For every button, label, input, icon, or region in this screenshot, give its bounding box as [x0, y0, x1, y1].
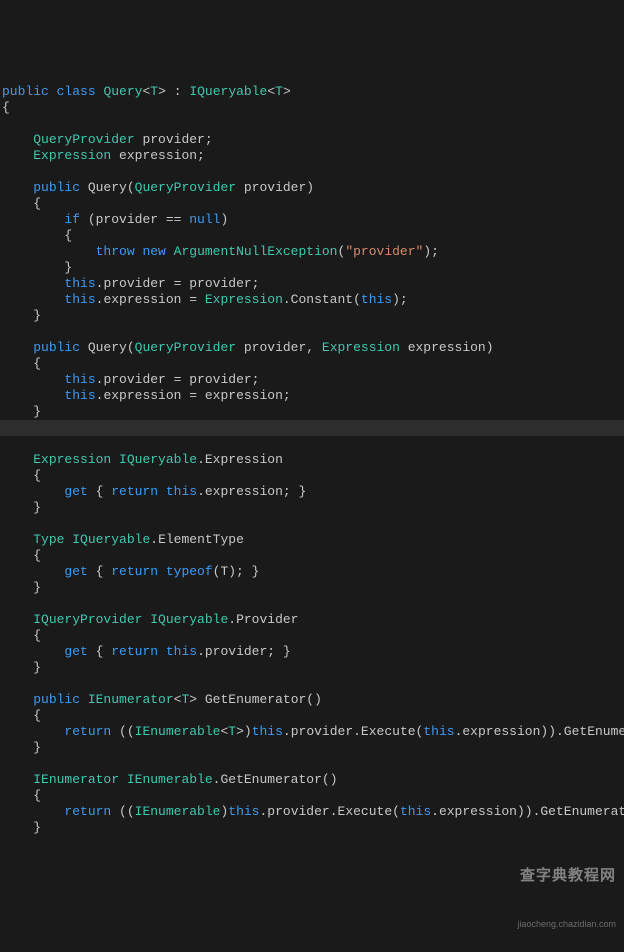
line: IQueryProvider IQueryable.Provider	[2, 612, 298, 627]
line: this.provider = provider;	[2, 372, 259, 387]
watermark-title: 查字典教程网	[517, 868, 616, 884]
line: get { return this.provider; }	[2, 644, 291, 659]
line: {	[2, 196, 41, 211]
line: return ((IEnumerable)this.provider.Execu…	[2, 804, 624, 819]
line: public class Query<T> : IQueryable<T>	[2, 84, 291, 99]
line: {	[2, 548, 41, 563]
line: public Query(QueryProvider provider, Exp…	[2, 340, 494, 355]
line: throw new ArgumentNullException("provide…	[2, 244, 439, 259]
line: IEnumerator IEnumerable.GetEnumerator()	[2, 772, 338, 787]
line: }	[2, 500, 41, 515]
line: }	[2, 820, 41, 835]
line: {	[2, 100, 10, 115]
divider-line	[0, 420, 624, 436]
line: }	[2, 260, 72, 275]
line: QueryProvider provider;	[2, 132, 213, 147]
watermark: 查字典教程网 jiaocheng.chazidian.com	[517, 836, 616, 948]
line: Type IQueryable.ElementType	[2, 532, 244, 547]
line: this.provider = provider;	[2, 276, 259, 291]
line: }	[2, 308, 41, 323]
line: this.expression = expression;	[2, 388, 291, 403]
line: get { return this.expression; }	[2, 484, 306, 499]
line: {	[2, 708, 41, 723]
line: }	[2, 660, 41, 675]
line: {	[2, 788, 41, 803]
line: {	[2, 628, 41, 643]
watermark-url: jiaocheng.chazidian.com	[517, 916, 616, 932]
line: Expression expression;	[2, 148, 205, 163]
line: }	[2, 404, 41, 419]
line: }	[2, 580, 41, 595]
line: return ((IEnumerable<T>)this.provider.Ex…	[2, 724, 624, 739]
code-block: public class Query<T> : IQueryable<T> { …	[2, 68, 622, 836]
line: public IEnumerator<T> GetEnumerator()	[2, 692, 322, 707]
line: if (provider == null)	[2, 212, 228, 227]
line: Expression IQueryable.Expression	[2, 452, 283, 467]
line: {	[2, 228, 72, 243]
line: get { return typeof(T); }	[2, 564, 259, 579]
line: public Query(QueryProvider provider)	[2, 180, 314, 195]
line: {	[2, 356, 41, 371]
line: {	[2, 468, 41, 483]
line: this.expression = Expression.Constant(th…	[2, 292, 408, 307]
